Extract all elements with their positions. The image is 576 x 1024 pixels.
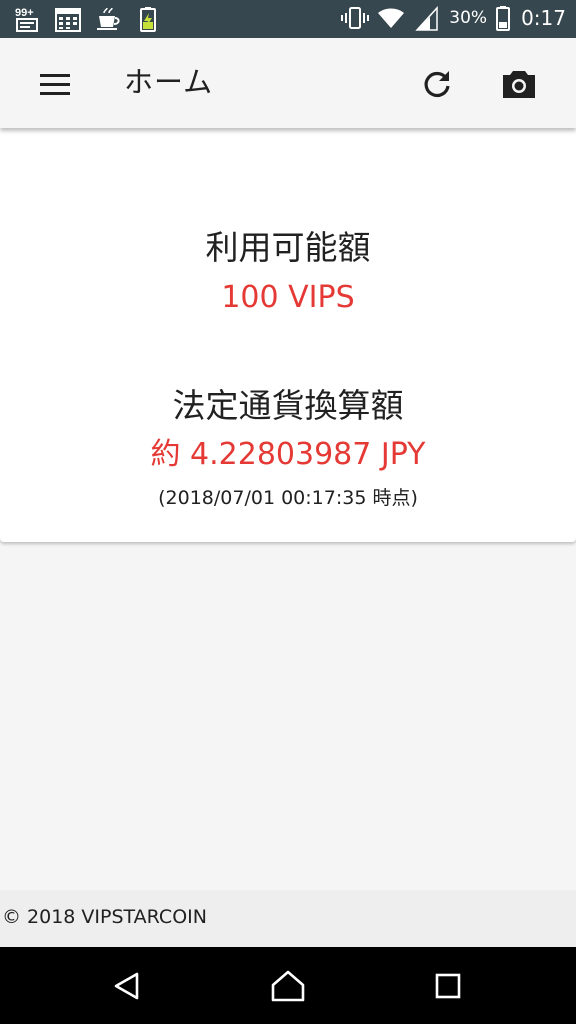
refresh-button[interactable] [418,65,456,103]
status-bar: 99+ 30% 0:17 [0,0,576,38]
camera-button[interactable] [500,65,538,103]
notification-badge: 99+ [15,7,34,19]
recents-icon [435,973,461,999]
battery-icon [495,4,511,32]
available-amount-label: 利用可能額 [205,228,371,267]
camera-icon [503,71,535,98]
wifi-icon [377,4,405,32]
home-icon [271,970,305,1002]
page-title: ホーム [124,65,214,99]
home-button[interactable] [269,967,307,1005]
menu-icon [40,74,70,95]
signal-icon [413,4,441,32]
navigation-bar [0,947,576,1024]
vibrate-icon [341,4,370,32]
rate-timestamp: (2018/07/01 00:17:35 時点) [158,487,418,509]
clock: 0:17 [521,6,566,30]
battery-percent: 30% [449,8,488,28]
available-amount-value: 100 VIPS [221,280,355,315]
status-bar-system: 30% 0:17 [341,4,566,32]
back-icon [114,972,139,1000]
news-icon: 99+ [14,5,42,33]
fiat-amount-value: 約 4.22803987 JPY [150,437,426,472]
back-button[interactable] [108,967,146,1005]
menu-button[interactable] [36,65,74,103]
balance-card: 利用可能額 100 VIPS 法定通貨換算額 約 4.22803987 JPY … [0,128,576,542]
refresh-icon [424,71,450,98]
battery-charging-icon [134,5,162,33]
recents-button[interactable] [429,967,467,1005]
cup-icon [94,5,122,33]
copyright-text: © 2018 VIPSTARCOIN [2,906,207,928]
fiat-amount-label: 法定通貨換算額 [172,386,404,425]
app-bar: ホーム [0,38,576,128]
calendar-icon [54,5,82,33]
status-bar-notifications: 99+ [14,5,162,33]
footer: © 2018 VIPSTARCOIN [0,890,576,947]
